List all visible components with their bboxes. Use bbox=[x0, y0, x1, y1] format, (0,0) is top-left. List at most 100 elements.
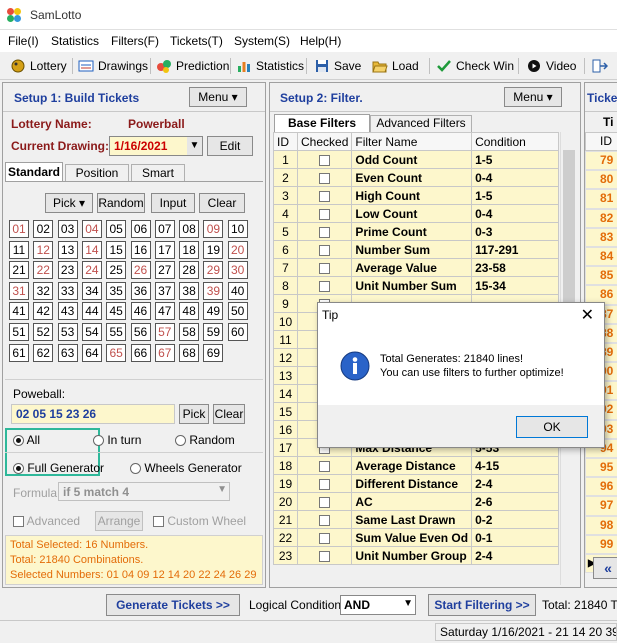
number-cell[interactable]: 01 bbox=[9, 220, 29, 238]
checkbox-icon[interactable] bbox=[319, 172, 331, 184]
number-cell[interactable]: 57 bbox=[154, 323, 175, 341]
filter-condition[interactable]: 117-291 bbox=[471, 240, 559, 259]
number-cell[interactable]: 27 bbox=[154, 261, 175, 280]
filter-checked[interactable] bbox=[296, 186, 353, 205]
input-button[interactable]: Input bbox=[151, 193, 195, 213]
ticket-row[interactable]: 85 bbox=[585, 266, 617, 286]
filter-checked[interactable] bbox=[296, 276, 353, 295]
video-button[interactable]: Video bbox=[526, 56, 576, 76]
number-cell[interactable]: 29 bbox=[203, 261, 224, 280]
ticket-row[interactable]: 97 bbox=[585, 496, 617, 516]
number-cell[interactable]: 42 bbox=[33, 302, 54, 321]
filter-checked[interactable] bbox=[296, 204, 353, 223]
number-cell[interactable]: 17 bbox=[154, 240, 175, 259]
number-cell[interactable]: 62 bbox=[33, 343, 54, 362]
number-cell[interactable]: 23 bbox=[57, 261, 78, 280]
filter-row[interactable]: 21 Same Last Drawn 0-2 bbox=[273, 510, 559, 529]
filter-row[interactable]: 2 Even Count 0-4 bbox=[273, 168, 559, 187]
filter-checked[interactable] bbox=[296, 168, 353, 187]
ticket-row[interactable]: 96 bbox=[585, 477, 617, 497]
filter-condition[interactable]: 0-2 bbox=[471, 510, 559, 529]
tab-standard[interactable]: Standard bbox=[5, 162, 63, 182]
number-cell[interactable]: 47 bbox=[154, 302, 175, 321]
number-cell[interactable]: 64 bbox=[81, 343, 102, 362]
checkbox-icon[interactable] bbox=[319, 478, 331, 490]
col-id[interactable]: ID bbox=[273, 132, 298, 151]
number-cell[interactable]: 68 bbox=[179, 343, 200, 362]
menu-file[interactable]: File(I) bbox=[8, 34, 39, 48]
number-cell[interactable]: 13 bbox=[57, 240, 78, 259]
filter-condition[interactable]: 1-5 bbox=[471, 186, 559, 205]
checkbox-icon[interactable] bbox=[319, 226, 331, 238]
tab-position[interactable]: Position bbox=[65, 164, 129, 182]
statistics-button[interactable]: Statistics bbox=[236, 56, 304, 76]
start-filtering-button[interactable]: Start Filtering >> bbox=[428, 594, 536, 616]
pick-button[interactable]: Pick ▾ bbox=[45, 193, 93, 213]
clear-button[interactable]: Clear bbox=[199, 193, 245, 213]
filter-checked[interactable] bbox=[296, 150, 353, 169]
menu-help[interactable]: Help(H) bbox=[300, 34, 341, 48]
formula-select[interactable]: if 5 match 4 ▼ bbox=[58, 482, 230, 501]
filter-checked[interactable] bbox=[296, 456, 353, 475]
ticket-row[interactable]: 83 bbox=[585, 227, 617, 247]
number-cell[interactable]: 52 bbox=[33, 323, 54, 341]
filter-row[interactable]: 5 Prime Count 0-3 bbox=[273, 222, 559, 241]
number-cell[interactable]: 02 bbox=[33, 220, 54, 238]
number-cell[interactable]: 24 bbox=[81, 261, 102, 280]
filter-checked[interactable] bbox=[296, 258, 353, 277]
ticket-row[interactable]: 98 bbox=[585, 515, 617, 535]
filter-row[interactable]: 8 Unit Number Sum 15-34 bbox=[273, 276, 559, 295]
current-drawing-select[interactable]: 1/16/2021 ▼ bbox=[109, 136, 203, 156]
checkbox-icon[interactable] bbox=[319, 154, 331, 166]
filter-condition[interactable]: 23-58 bbox=[471, 258, 559, 277]
filter-condition[interactable]: 2-4 bbox=[471, 546, 559, 565]
filter-condition[interactable]: 2-4 bbox=[471, 474, 559, 493]
number-cell[interactable]: 45 bbox=[106, 302, 127, 321]
menu-filters[interactable]: Filters(F) bbox=[111, 34, 159, 48]
drawings-button[interactable]: Drawings bbox=[78, 56, 148, 76]
ticket-row[interactable]: 81 bbox=[585, 189, 617, 209]
tab-advanced-filters[interactable]: Advanced Filters bbox=[370, 115, 472, 132]
option-wheels-generator[interactable]: Wheels Generator bbox=[130, 461, 242, 475]
tab-base-filters[interactable]: Base Filters bbox=[274, 114, 370, 132]
number-cell[interactable]: 34 bbox=[81, 281, 102, 300]
number-cell[interactable]: 63 bbox=[57, 343, 78, 362]
number-cell[interactable]: 07 bbox=[154, 220, 175, 238]
filter-condition[interactable]: 1-5 bbox=[471, 150, 559, 169]
ticket-row[interactable]: 99 bbox=[585, 534, 617, 554]
checkbox-icon[interactable] bbox=[319, 208, 331, 220]
number-cell[interactable]: 11 bbox=[9, 240, 29, 259]
powerball-clear-button[interactable]: Clear bbox=[213, 404, 245, 424]
number-cell[interactable]: 21 bbox=[9, 261, 29, 280]
checkbox-icon[interactable] bbox=[319, 190, 331, 202]
checkbox-icon[interactable] bbox=[319, 514, 331, 526]
menu-statistics[interactable]: Statistics bbox=[51, 34, 99, 48]
filter-condition[interactable]: 0-4 bbox=[471, 204, 559, 223]
option-in-turn[interactable]: In turn bbox=[93, 433, 141, 447]
arrange-button[interactable]: Arrange bbox=[95, 511, 143, 531]
number-cell[interactable]: 53 bbox=[57, 323, 78, 341]
filter-condition[interactable]: 4-15 bbox=[471, 456, 559, 475]
filter-row[interactable]: 22 Sum Value Even Od 0-1 bbox=[273, 528, 559, 547]
filter-checked[interactable] bbox=[296, 492, 353, 511]
number-cell[interactable]: 46 bbox=[130, 302, 151, 321]
save-button[interactable]: Save bbox=[314, 56, 361, 76]
ok-button[interactable]: OK bbox=[516, 416, 588, 438]
ticket-row[interactable]: 80 bbox=[585, 170, 617, 190]
number-cell[interactable]: 05 bbox=[106, 220, 127, 238]
tab-smart[interactable]: Smart bbox=[131, 164, 185, 182]
filter-condition[interactable]: 0-1 bbox=[471, 528, 559, 547]
filter-row[interactable]: 3 High Count 1-5 bbox=[273, 186, 559, 205]
number-cell[interactable]: 03 bbox=[57, 220, 78, 238]
number-cell[interactable]: 10 bbox=[227, 220, 248, 238]
filter-condition[interactable]: 2-6 bbox=[471, 492, 559, 511]
filter-checked[interactable] bbox=[296, 510, 353, 529]
number-cell[interactable]: 19 bbox=[203, 240, 224, 259]
number-cell[interactable]: 30 bbox=[227, 261, 248, 280]
number-cell[interactable]: 55 bbox=[106, 323, 127, 341]
option-full-generator[interactable]: Full Generator bbox=[13, 461, 104, 475]
powerball-pick-button[interactable]: Pick bbox=[179, 404, 209, 424]
exit-button[interactable] bbox=[592, 56, 608, 76]
number-cell[interactable]: 56 bbox=[130, 323, 151, 341]
number-cell[interactable]: 59 bbox=[203, 323, 224, 341]
